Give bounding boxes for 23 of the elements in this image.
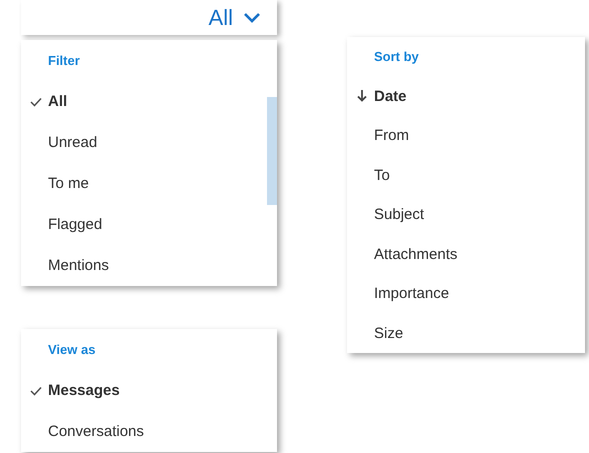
scrollbar-thumb[interactable] [267,97,277,205]
menu-item[interactable]: To me [21,163,267,204]
menu-item[interactable]: Unread [21,122,267,163]
menu-item[interactable]: Date [347,76,585,116]
menu-item[interactable]: Importance [347,274,585,314]
filter-dropdown-button[interactable]: All [204,4,277,30]
menu-heading: Sort by [373,48,420,66]
menu-item[interactable]: Subject [347,195,585,234]
menu-item[interactable]: Flagged [21,204,267,245]
chevron-down-icon [243,12,261,24]
check-icon [30,96,42,106]
check-icon [30,386,42,396]
menu-item[interactable]: From [347,116,585,156]
menu-heading: Filter [47,52,81,70]
menu-heading: View as [47,341,96,359]
menu-item[interactable]: Attachments [347,234,585,274]
arrow-down-icon [356,90,366,102]
menu-item[interactable]: All [21,81,267,122]
menu-item[interactable]: Messages [21,370,277,411]
menu-item[interactable]: To [347,156,585,195]
menu-item[interactable]: Mentions [21,245,267,286]
menu-item[interactable]: Conversations [21,411,277,452]
menu-item[interactable]: Size [347,314,585,353]
